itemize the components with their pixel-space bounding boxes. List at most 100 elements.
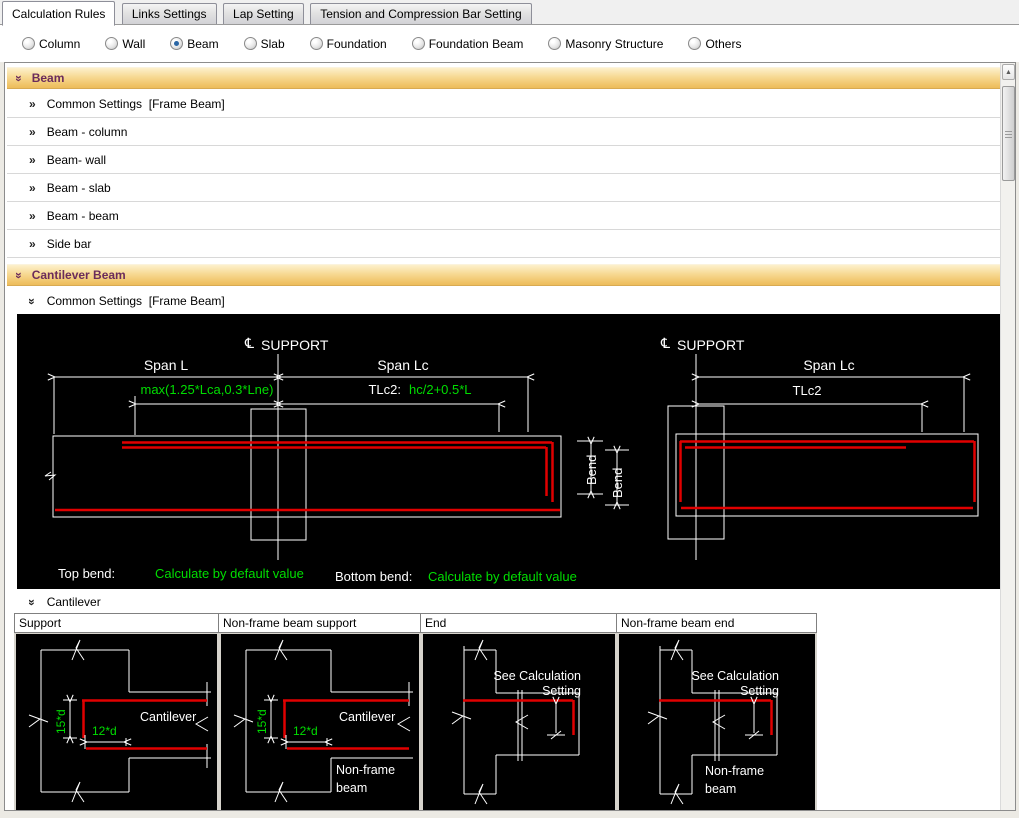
chevron-down-icon: »	[12, 75, 26, 81]
panel-nonframe-end: See Calculation Setting Non-frame beam	[617, 633, 817, 810]
radio-circle-icon	[412, 37, 425, 50]
radio-label: Slab	[261, 37, 285, 51]
section-title: Beam	[32, 71, 65, 85]
tab-calculation-rules[interactable]: Calculation Rules	[2, 1, 115, 26]
chevron-down-icon: »	[12, 272, 26, 278]
item-common-settings-frame-beam[interactable]: » Common Settings [Frame Beam]	[7, 90, 1001, 118]
col-header-end: End	[421, 613, 617, 633]
item-label: Beam - column	[47, 125, 128, 139]
item-beam-column[interactable]: » Beam - column	[7, 118, 1001, 146]
radio-label: Beam	[187, 37, 218, 51]
radio-circle-icon	[105, 37, 118, 50]
radio-beam[interactable]: Beam	[170, 37, 218, 51]
top-bend-value[interactable]: Calculate by default value	[155, 566, 304, 581]
cantilever-table-header: Support Non-frame beam support End Non-f…	[14, 613, 817, 633]
accordion-header-beam[interactable]: » Beam	[7, 67, 1001, 89]
radio-circle-icon	[170, 37, 183, 50]
see-calculation-label: See Calculation	[493, 669, 581, 683]
chevron-right-icon: »	[29, 237, 35, 251]
tlc2-label: TLc2:	[368, 382, 401, 397]
nonframe-beam-label: beam	[705, 782, 736, 796]
radio-label: Foundation	[327, 37, 387, 51]
col-header-nonframe-support: Non-frame beam support	[219, 613, 421, 633]
bend-dim-label: Bend	[610, 468, 625, 498]
radio-circle-icon	[548, 37, 561, 50]
nonframe-beam-label: Non-frame	[705, 764, 764, 778]
see-calculation-label: See Calculation	[691, 669, 779, 683]
cantilever-label: Cantilever	[140, 710, 196, 724]
chevron-right-icon: »	[29, 181, 35, 195]
chevron-right-icon: »	[29, 125, 35, 139]
radio-circle-icon	[22, 37, 35, 50]
panel-support: 15*d 12*d Cantilever	[14, 633, 219, 810]
radio-column[interactable]: Column	[22, 37, 80, 51]
bend-dim-label: Bend	[584, 455, 599, 485]
tab-links-settings[interactable]: Links Settings	[122, 3, 217, 24]
chevron-down-icon: »	[25, 599, 39, 605]
radio-circle-icon	[244, 37, 257, 50]
subheader-common-settings[interactable]: » Common Settings [Frame Beam]	[7, 289, 1001, 313]
scrollbar-grip-icon	[1005, 131, 1012, 132]
subheader-cantilever[interactable]: » Cantilever	[7, 590, 1001, 614]
col-header-support: Support	[14, 613, 219, 633]
item-label: Beam- wall	[47, 153, 106, 167]
rules-panel: » Beam » Common Settings [Frame Beam] » Be…	[4, 62, 1016, 811]
tab-bar: Calculation Rules Links Settings Lap Set…	[0, 0, 1019, 25]
chevron-right-icon: »	[29, 209, 35, 223]
radio-slab[interactable]: Slab	[244, 37, 285, 51]
scroll-up-button[interactable]: ▲	[1002, 64, 1015, 80]
radio-circle-icon	[310, 37, 323, 50]
radio-foundation[interactable]: Foundation	[310, 37, 387, 51]
vertical-scrollbar[interactable]: ▲	[1000, 63, 1015, 810]
item-beam-slab[interactable]: » Beam - slab	[7, 174, 1001, 202]
radio-circle-icon	[688, 37, 701, 50]
radio-label: Wall	[122, 37, 145, 51]
tlc2-dim-label: TLc2	[793, 383, 822, 398]
cantilever-table-body: 15*d 12*d Cantilever	[14, 633, 817, 810]
nonframe-beam-label: beam	[336, 781, 367, 795]
item-beam-beam[interactable]: » Beam - beam	[7, 202, 1001, 230]
cantilever-beam-diagram: ℄ SUPPORT Span L max(1.25*Lca,0.3*Lne) S…	[17, 314, 1002, 589]
chevron-down-icon: »	[25, 298, 39, 304]
nonframe-beam-label: Non-frame	[336, 763, 395, 777]
chevron-right-icon: »	[29, 153, 35, 167]
subheader-label: Cantilever	[47, 595, 101, 609]
item-beam-wall[interactable]: » Beam- wall	[7, 146, 1001, 174]
item-label: Beam - beam	[47, 209, 119, 223]
item-label: Common Settings [Frame Beam]	[47, 97, 225, 111]
see-calculation-label: Setting	[740, 684, 779, 698]
radio-label: Foundation Beam	[429, 37, 524, 51]
radio-foundation-beam[interactable]: Foundation Beam	[412, 37, 524, 51]
item-label: Beam - slab	[47, 181, 111, 195]
centerline-symbol: ℄	[244, 335, 254, 351]
section-title: Cantilever Beam	[32, 268, 126, 282]
span-l-label: Span L	[144, 357, 189, 373]
element-type-radio-group: Column Wall Beam Slab Foundation Foundat…	[0, 25, 1019, 62]
hook-length-label: 15*d	[255, 709, 269, 734]
span-lc-label: Span Lc	[803, 357, 854, 373]
anchorage-formula[interactable]: max(1.25*Lca,0.3*Lne)	[141, 382, 274, 397]
subheader-label: Common Settings [Frame Beam]	[47, 294, 225, 308]
hook-length-label: 15*d	[54, 709, 68, 734]
scrollbar-thumb[interactable]	[1002, 86, 1015, 181]
chevron-right-icon: »	[29, 97, 35, 111]
accordion-header-cantilever-beam[interactable]: » Cantilever Beam	[7, 264, 1001, 286]
radio-masonry-structure[interactable]: Masonry Structure	[548, 37, 663, 51]
bottom-bend-value[interactable]: Calculate by default value	[428, 569, 577, 584]
span-lc-label: Span Lc	[377, 357, 428, 373]
cantilever-label: Cantilever	[339, 710, 395, 724]
extend-length-label: 12*d	[293, 724, 318, 738]
top-bend-label: Top bend:	[58, 566, 115, 581]
panel-nonframe-support: 15*d 12*d Cantilever Non-frame beam	[219, 633, 421, 810]
tab-tension-compression[interactable]: Tension and Compression Bar Setting	[310, 3, 531, 24]
extend-length-label: 12*d	[92, 724, 117, 738]
item-side-bar[interactable]: »Side bar	[7, 230, 1001, 258]
support-label: SUPPORT	[261, 337, 329, 353]
radio-others[interactable]: Others	[688, 37, 741, 51]
radio-label: Masonry Structure	[565, 37, 663, 51]
centerline-symbol: ℄	[660, 335, 670, 351]
col-header-nonframe-end: Non-frame beam end	[617, 613, 817, 633]
tab-lap-setting[interactable]: Lap Setting	[223, 3, 304, 24]
radio-wall[interactable]: Wall	[105, 37, 145, 51]
tlc2-formula[interactable]: hc/2+0.5*L	[409, 382, 472, 397]
